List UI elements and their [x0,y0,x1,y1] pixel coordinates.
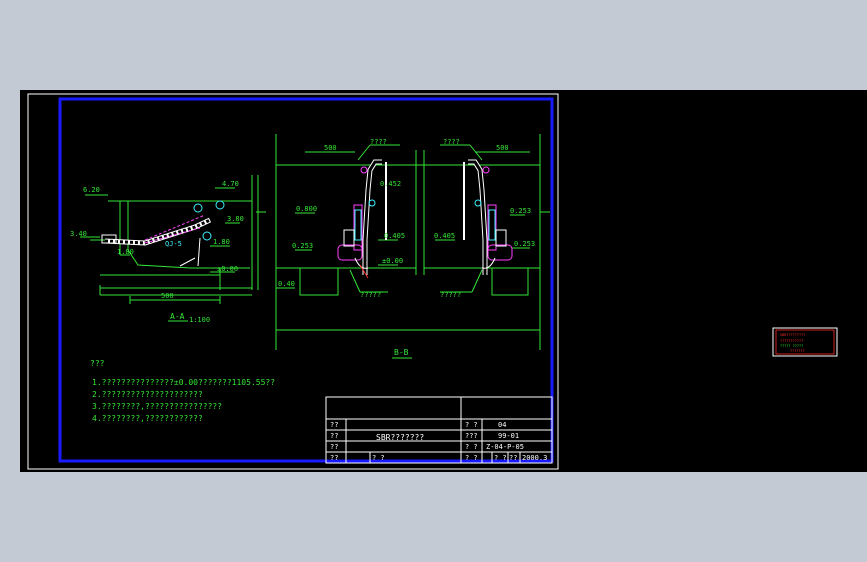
tb-r3-c1: ?? [330,443,338,451]
bb-title: B-B [394,348,409,357]
bb-left-callout-bottom: ????? [360,291,381,299]
bb-right-elev-1: 0.253 [510,207,531,215]
notes-line-4: 4.????????,???????????? [92,414,203,423]
bb-right-dimension: 500 [496,144,509,152]
aa-elev-3: 3.80 [227,215,244,223]
thumbnail-preview[interactable]: SBR????????? ??????????? ????? ????? ???… [772,327,838,357]
aa-elev-1: 6.20 [83,186,100,194]
tb-r4-c5: ?? [509,454,517,462]
aa-pump-label: QJ-5 [165,240,182,248]
cad-drawing: 6.20 4.70 3.80 3.40 1.80 1.80 ±0.00 500 … [27,93,838,470]
aa-elev-2: 4.70 [222,180,239,188]
cad-model-viewport[interactable]: 6.20 4.70 3.80 3.40 1.80 1.80 ±0.00 500 … [20,90,867,472]
tb-r1-c1: ?? [330,421,338,429]
notes-line-2: 2.????????????????????? [92,390,203,399]
thumb-line-1: SBR????????? [780,333,805,337]
tb-r2-c3: 99-01 [498,432,519,440]
aa-title: A-A [170,312,185,321]
bb-left-elev-1: 0.800 [296,205,317,213]
bb-left-callout-top: ???? [370,138,387,146]
tb-r2-c2: ??? [465,432,478,440]
thumb-line-2: ??????????? [780,339,803,343]
bb-right-pump [463,159,513,275]
tb-r1-c3: 04 [498,421,506,429]
tb-r2-c1: ?? [330,432,338,440]
title-block-drawing-name: SBR??????? [376,433,424,442]
aa-dimension: 500 [161,292,174,300]
bb-left-dimension: 500 [324,144,337,152]
bb-left-elev-5: ±0.00 [382,257,403,265]
bb-left-elev-2: 0.452 [380,180,401,188]
tb-r4-c6: 2000.3 [522,454,547,462]
notes-line-3: 3.????????,???????????????? [92,402,222,411]
tb-r1-c2: ? ? [465,421,478,429]
workspace-top-background [0,0,867,90]
tb-r4-c4: ? ? [494,454,507,462]
aa-elev-6: 1.80 [117,248,134,256]
bb-left-pump [337,159,387,279]
aa-scale: 1:100 [189,316,210,324]
thumb-line-3: ????? ????? [780,344,803,348]
bb-right-elev-3: 0.253 [514,240,535,248]
bb-left-elev-3: 0.405 [384,232,405,240]
title-block [325,396,553,464]
tb-r3-c3: Z-04-P-05 [486,443,524,451]
tb-r4-c2: ? ? [372,454,385,462]
thumb-line-4: ??????? [790,349,805,353]
bb-left-elev-4: 0.253 [292,242,313,250]
tb-r3-c2: ? ? [465,443,478,451]
aa-elev-7: ±0.00 [217,265,238,273]
aa-elev-5: 1.80 [213,238,230,246]
bb-right-elev-2: 0.405 [434,232,455,240]
notes-line-1: 1.???????????????±0.00???????1105.55?? [92,378,275,387]
tb-r4-c1: ?? [330,454,338,462]
aa-elev-4: 3.40 [70,230,87,238]
bb-right-callout-bottom: ????? [440,291,461,299]
bb-right-callout-top: ???? [443,138,460,146]
tb-r4-c3: ? ? [465,454,478,462]
bb-left-elev-6: 0.40 [278,280,295,288]
notes-heading: ??? [90,359,105,368]
